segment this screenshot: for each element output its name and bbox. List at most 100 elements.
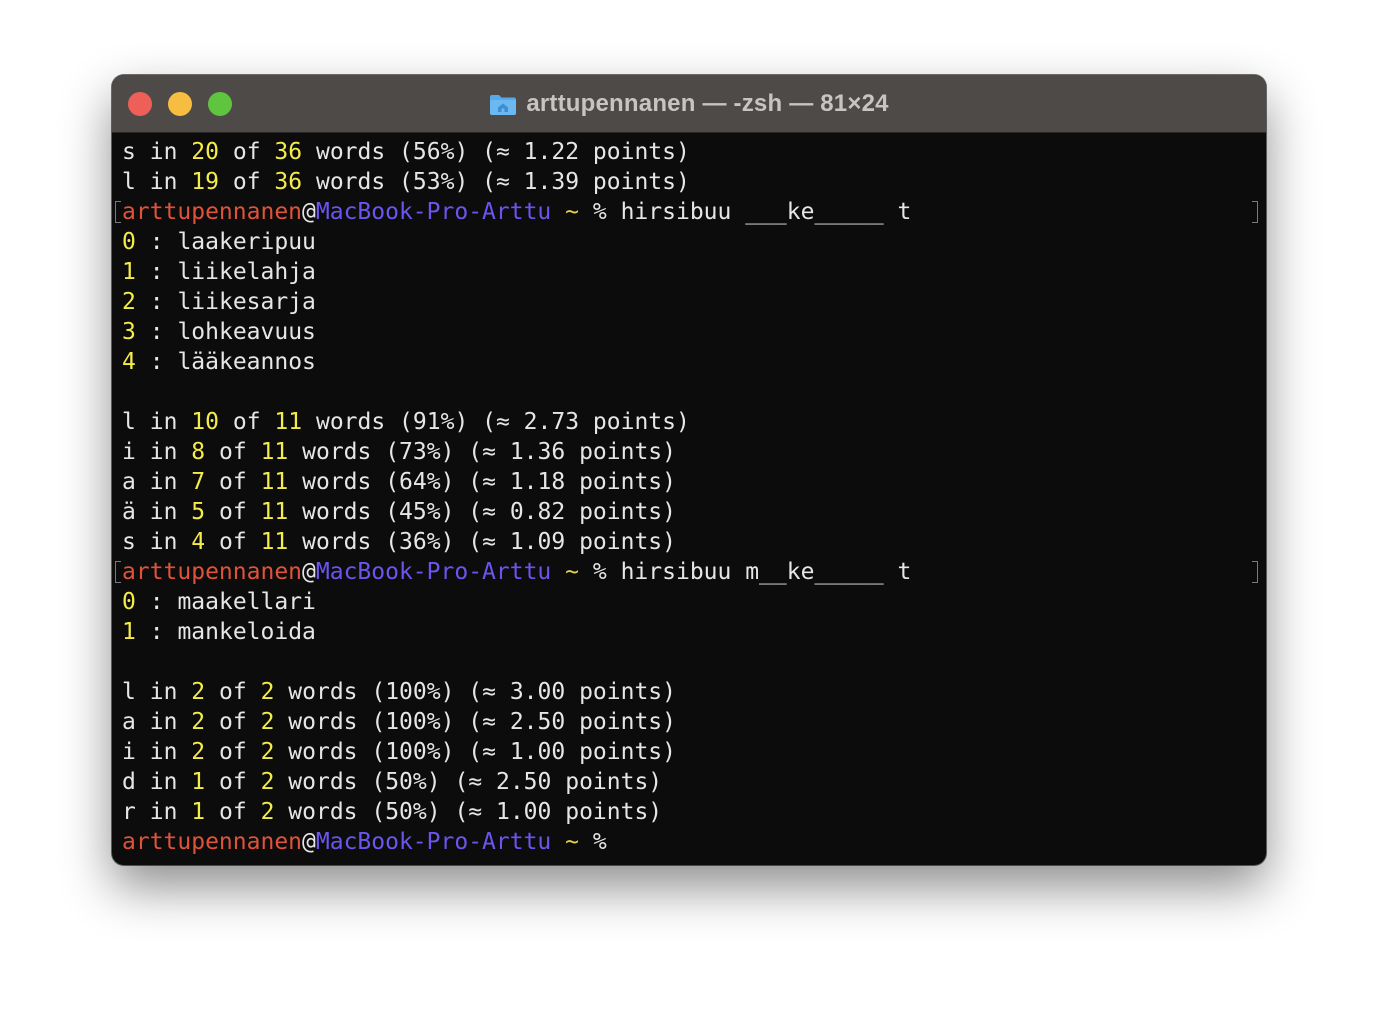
stat-of: of xyxy=(219,739,247,765)
word-text: maakellari xyxy=(177,589,316,615)
stat-of: of xyxy=(219,499,247,525)
stat-total: 11 xyxy=(260,469,289,495)
stat-line: r in 1 of 2 words (50%) (≈ 1.00 points) xyxy=(122,797,1258,827)
prompt-cwd: ~ xyxy=(565,829,579,855)
active-prompt-line: arttupennanen@MacBook-Pro-Arttu ~ % xyxy=(122,827,1258,857)
window-title: arttupennanen — -zsh — 81×24 xyxy=(526,89,889,117)
stat-count: 19 xyxy=(191,169,219,195)
stat-line: l in 19 of 36 words (53%) (≈ 1.39 points… xyxy=(122,167,1258,197)
stat-in: in xyxy=(149,469,178,495)
stat-detail: words (100%) (≈ 1.00 points) xyxy=(288,739,677,765)
word-list-item: 2 : liikesarja xyxy=(122,287,1258,317)
word-separator: : xyxy=(149,229,164,255)
word-list-item: 0 : maakellari xyxy=(122,587,1258,617)
stat-total: 11 xyxy=(260,529,289,555)
prompt-user: arttupennanen xyxy=(122,829,303,855)
stat-line: s in 20 of 36 words (56%) (≈ 1.22 points… xyxy=(122,137,1258,167)
prompt-line: arttupennanen@MacBook-Pro-Arttu ~ % hirs… xyxy=(115,557,1258,587)
stat-of: of xyxy=(232,139,261,165)
stat-in: in xyxy=(149,739,178,765)
stat-total: 2 xyxy=(260,739,275,765)
prompt-host: MacBook-Pro-Arttu xyxy=(315,829,552,855)
prompt-symbol: % xyxy=(592,559,607,585)
stat-line: i in 2 of 2 words (100%) (≈ 1.00 points) xyxy=(122,737,1258,767)
stat-total: 2 xyxy=(260,709,275,735)
stat-detail: words (53%) (≈ 1.39 points) xyxy=(315,169,690,195)
stat-count: 2 xyxy=(191,739,206,765)
stat-letter: a xyxy=(122,469,136,495)
stat-letter: r xyxy=(122,799,136,825)
stat-in: in xyxy=(149,799,178,825)
stat-count: 4 xyxy=(191,529,206,555)
title-bar[interactable]: arttupennanen — -zsh — 81×24 xyxy=(112,75,1266,133)
stat-of: of xyxy=(219,439,247,465)
mark-bracket-left xyxy=(115,201,121,223)
stat-in: in xyxy=(149,499,178,525)
word-index: 3 xyxy=(122,319,136,345)
stat-detail: words (91%) (≈ 2.73 points) xyxy=(315,409,690,435)
stat-total: 11 xyxy=(260,499,289,525)
stat-line: ä in 5 of 11 words (45%) (≈ 0.82 points) xyxy=(122,497,1258,527)
word-index: 0 xyxy=(122,229,136,255)
stat-line: l in 10 of 11 words (91%) (≈ 2.73 points… xyxy=(122,407,1258,437)
prompt-symbol: % xyxy=(592,829,607,855)
prompt-cwd: ~ xyxy=(565,559,579,585)
stat-letter: i xyxy=(122,439,136,465)
prompt-at: @ xyxy=(302,829,316,855)
stat-line: a in 2 of 2 words (100%) (≈ 2.50 points) xyxy=(122,707,1258,737)
prompt-at: @ xyxy=(302,559,316,585)
stat-letter: s xyxy=(122,139,136,165)
prompt-host: MacBook-Pro-Arttu xyxy=(315,199,552,225)
stat-count: 2 xyxy=(191,709,206,735)
stat-total: 2 xyxy=(260,769,275,795)
stat-line: l in 2 of 2 words (100%) (≈ 3.00 points) xyxy=(122,677,1258,707)
stat-detail: words (64%) (≈ 1.18 points) xyxy=(302,469,676,495)
stat-in: in xyxy=(149,409,178,435)
stat-letter: s xyxy=(122,529,136,555)
stat-letter: i xyxy=(122,739,136,765)
word-list-item: 4 : lääkeannos xyxy=(122,347,1258,377)
stat-count: 1 xyxy=(191,799,206,825)
stat-line: s in 4 of 11 words (36%) (≈ 1.09 points) xyxy=(122,527,1258,557)
prompt-user: arttupennanen xyxy=(122,559,303,585)
word-text: mankeloida xyxy=(177,619,316,645)
stat-line: d in 1 of 2 words (50%) (≈ 2.50 points) xyxy=(122,767,1258,797)
stat-letter: l xyxy=(122,679,136,705)
stat-count: 2 xyxy=(191,679,206,705)
word-separator: : xyxy=(149,619,164,645)
stat-total: 2 xyxy=(260,679,275,705)
stat-of: of xyxy=(232,409,261,435)
stat-letter: l xyxy=(122,409,136,435)
word-index: 1 xyxy=(122,259,136,285)
folder-home-icon xyxy=(489,92,517,116)
terminal-output[interactable]: s in 20 of 36 words (56%) (≈ 1.22 points… xyxy=(115,137,1258,857)
word-separator: : xyxy=(149,289,164,315)
stat-in: in xyxy=(149,139,178,165)
stat-of: of xyxy=(232,169,261,195)
stat-in: in xyxy=(149,679,178,705)
stat-line: a in 7 of 11 words (64%) (≈ 1.18 points) xyxy=(122,467,1258,497)
mark-bracket-right xyxy=(1252,201,1258,223)
word-index: 2 xyxy=(122,289,136,315)
stat-detail: words (73%) (≈ 1.36 points) xyxy=(302,439,676,465)
stat-total: 36 xyxy=(274,169,303,195)
word-text: laakeripuu xyxy=(177,229,316,255)
word-text: liikelahja xyxy=(177,259,316,285)
word-separator: : xyxy=(149,349,164,375)
stat-in: in xyxy=(149,439,178,465)
stat-of: of xyxy=(219,529,247,555)
stat-detail: words (100%) (≈ 3.00 points) xyxy=(288,679,677,705)
word-index: 0 xyxy=(122,589,136,615)
stat-total: 2 xyxy=(260,799,275,825)
word-list-item: 0 : laakeripuu xyxy=(122,227,1258,257)
stat-detail: words (100%) (≈ 2.50 points) xyxy=(288,709,677,735)
stat-letter: a xyxy=(122,709,136,735)
word-index: 1 xyxy=(122,619,136,645)
stat-count: 1 xyxy=(191,769,206,795)
word-list-item: 3 : lohkeavuus xyxy=(122,317,1258,347)
mark-bracket-right xyxy=(1252,561,1258,583)
stat-letter: l xyxy=(122,169,136,195)
word-separator: : xyxy=(149,259,164,285)
stat-of: of xyxy=(219,709,247,735)
